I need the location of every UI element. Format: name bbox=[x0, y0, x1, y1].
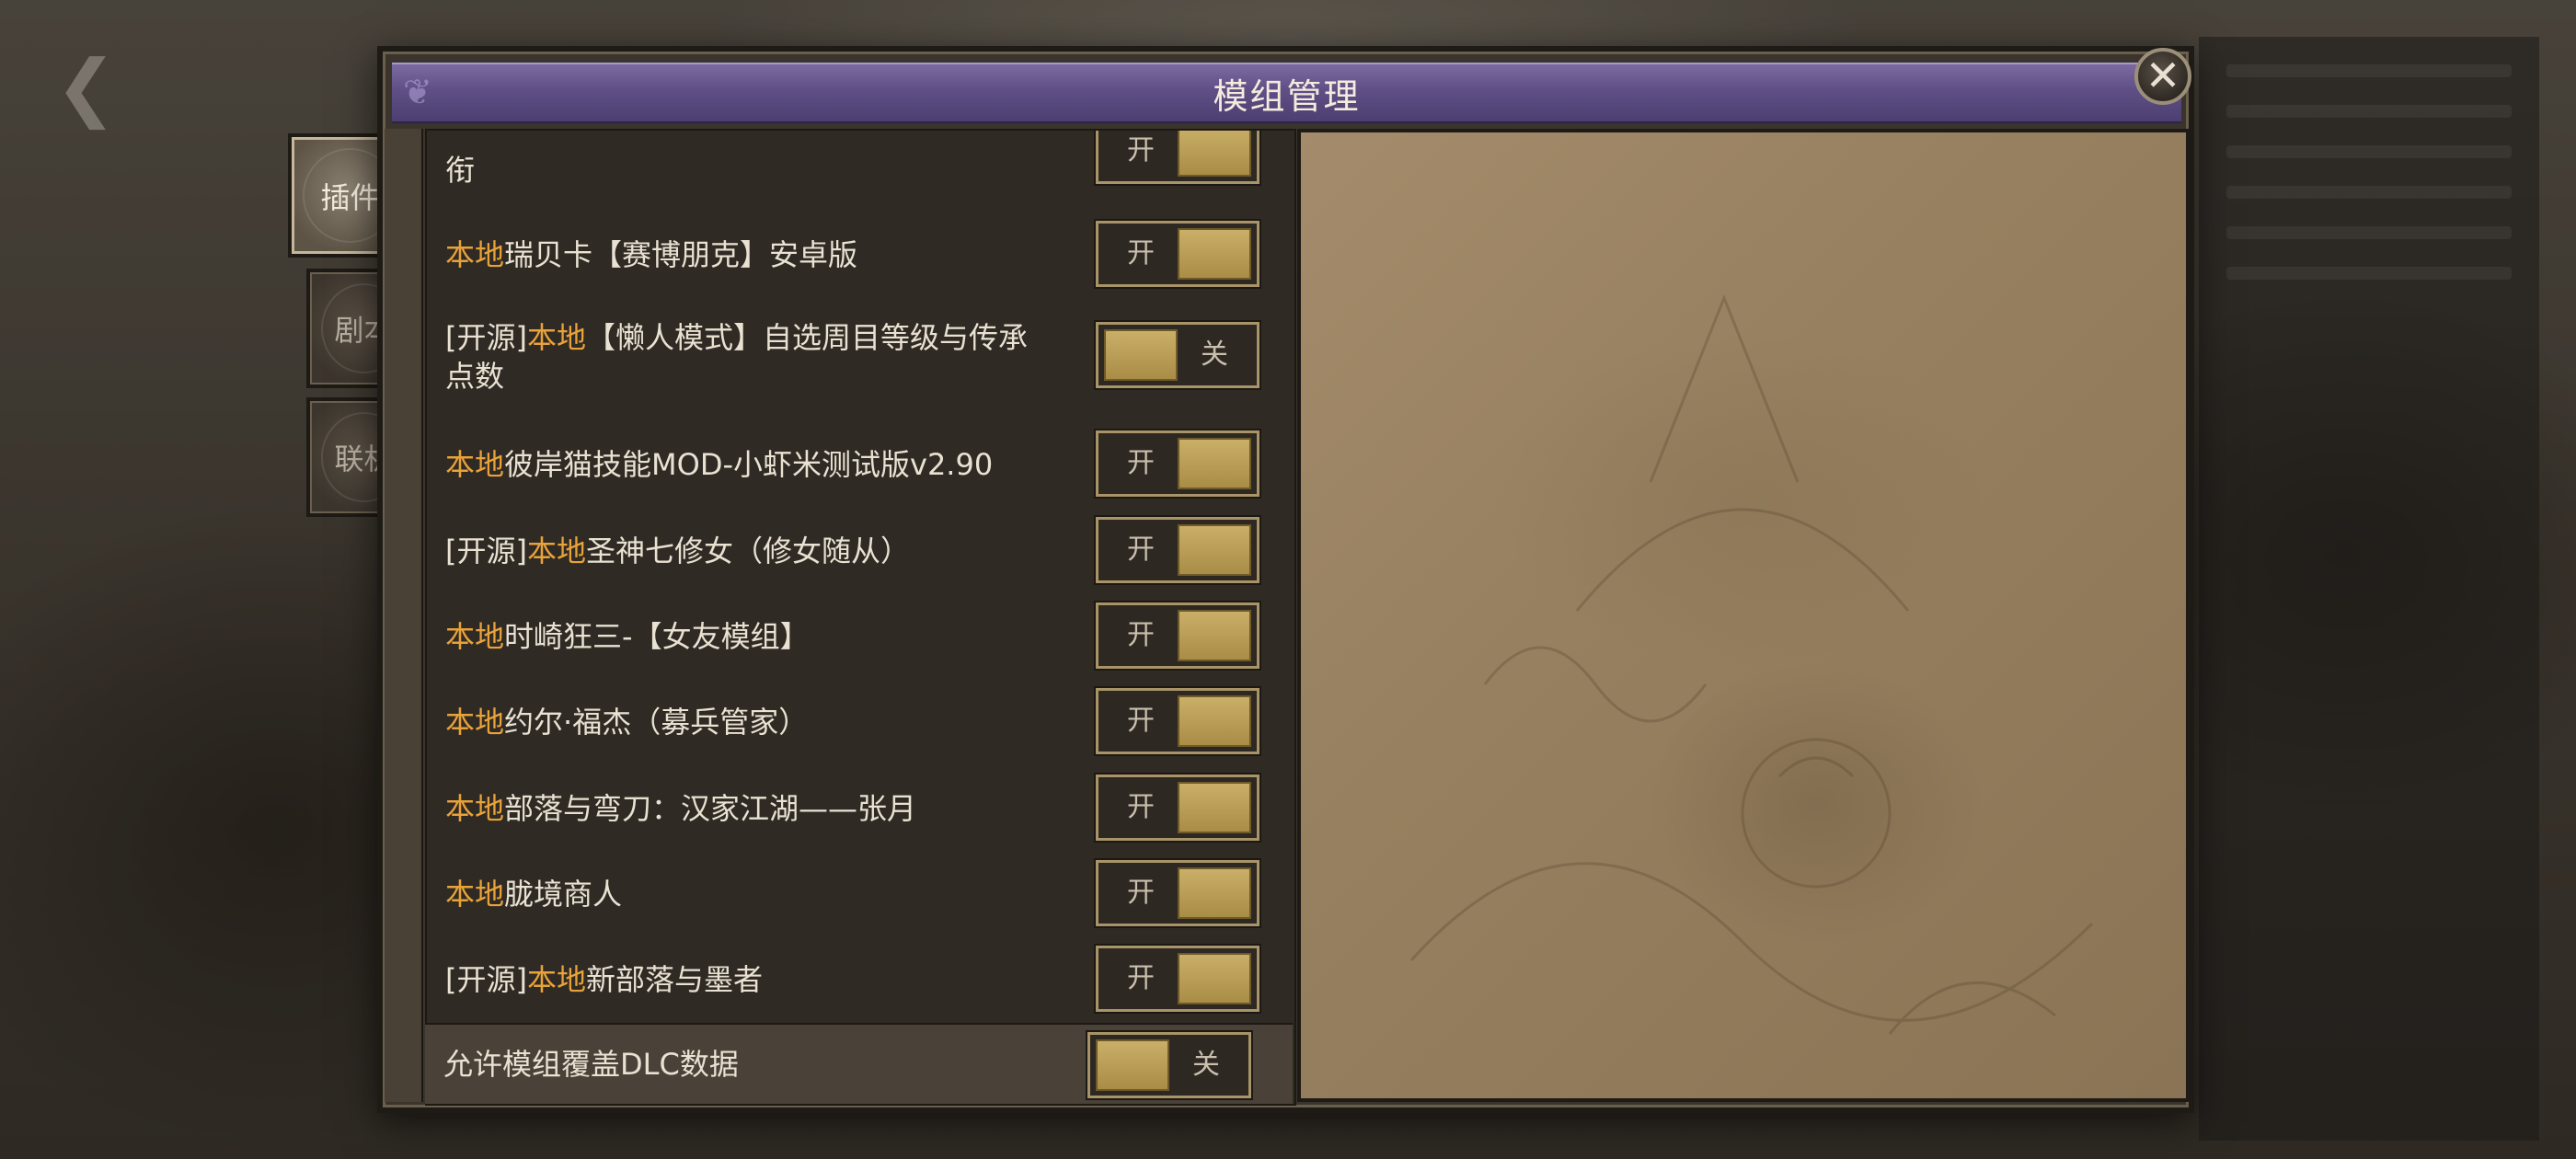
mod-title: 瑞贝卡【赛博朋克】安卓版 bbox=[504, 237, 858, 272]
mod-name: 本地彼岸猫技能MOD-小虾米测试版v2.90 bbox=[445, 445, 1052, 484]
toggle-state-label: 关 bbox=[1201, 339, 1228, 371]
dialog-title: 模组管理 bbox=[1213, 75, 1361, 117]
toggle-state-label: 关 bbox=[1192, 1049, 1220, 1081]
local-tag: 本地 bbox=[526, 962, 586, 997]
ghost-line bbox=[2226, 267, 2512, 280]
toggle-knob bbox=[1178, 228, 1251, 280]
dlc-override-row: 允许模组覆盖DLC数据 关 bbox=[425, 1023, 1293, 1104]
mod-toggle[interactable]: 开 bbox=[1096, 602, 1259, 669]
local-tag: 本地 bbox=[445, 237, 505, 272]
mod-toggle[interactable]: 开 bbox=[1096, 860, 1259, 926]
toggle-knob bbox=[1096, 1039, 1169, 1091]
ghost-line bbox=[2226, 226, 2512, 239]
ornament-icon: ❦ bbox=[403, 72, 432, 112]
mod-title: 圣神七修女（修女随从） bbox=[586, 534, 911, 568]
mod-title: 新部落与墨者 bbox=[586, 962, 764, 997]
list-item: 本地时崎狂三-【女友模组】 开 bbox=[427, 599, 1294, 672]
toggle-state-label: 开 bbox=[1127, 877, 1155, 909]
list-item: 本地部落与弯刀：汉家江湖——张月 开 bbox=[427, 771, 1294, 844]
toggle-knob bbox=[1178, 953, 1251, 1004]
local-tag: 本地 bbox=[445, 619, 505, 654]
list-item: 本地瑞贝卡【赛博朋克】安卓版 开 bbox=[427, 217, 1294, 291]
list-item: [开源]本地圣神七修女（修女随从） 开 bbox=[427, 513, 1294, 587]
sketch-stroke bbox=[1649, 293, 1800, 483]
list-item: 本地约尔·福杰（募兵管家） 开 bbox=[427, 684, 1294, 758]
mod-name: 本地时崎狂三-【女友模组】 bbox=[445, 617, 1052, 656]
open-source-tag: [开源] bbox=[445, 320, 527, 355]
dlc-override-toggle[interactable]: 关 bbox=[1087, 1032, 1251, 1098]
sketch-stroke bbox=[1575, 508, 1910, 612]
toggle-knob bbox=[1178, 867, 1251, 919]
mod-toggle[interactable]: 关 bbox=[1096, 322, 1259, 388]
sketch-stroke bbox=[1483, 646, 1708, 723]
list-item: 本地彼岸猫技能MOD-小虾米测试版v2.90 开 bbox=[427, 427, 1294, 500]
mod-toggle[interactable]: 开 bbox=[1096, 946, 1259, 1012]
mod-toggle[interactable]: 开 bbox=[1096, 221, 1259, 287]
local-tag: 本地 bbox=[526, 320, 586, 355]
list-item: [开源]本地【懒人模式】自选周目等级与传承点数 关 bbox=[427, 313, 1294, 414]
toggle-state-label: 开 bbox=[1127, 962, 1155, 994]
sketch-stroke bbox=[1409, 862, 2094, 1022]
mod-toggle[interactable]: 开 bbox=[1096, 775, 1259, 841]
open-source-tag: [开源] bbox=[445, 534, 527, 568]
mod-title: 约尔·福杰（募兵管家） bbox=[504, 705, 809, 740]
mod-list[interactable]: 衔 开 本地瑞贝卡【赛博朋克】安卓版 开 [开源]本地【懒人模式】自选周目等级与… bbox=[425, 129, 1296, 1106]
mod-name: [开源]本地【懒人模式】自选周目等级与传承点数 bbox=[445, 318, 1052, 396]
local-tag: 本地 bbox=[526, 534, 586, 568]
list-item: [开源]本地新部落与墨者 开 bbox=[427, 942, 1294, 1016]
mod-preview-image bbox=[1297, 129, 2190, 1102]
ghost-line bbox=[2226, 105, 2512, 118]
mod-toggle[interactable]: 开 bbox=[1096, 517, 1259, 583]
title-bar: ❦ 模组管理 ❦ bbox=[392, 63, 2181, 123]
toggle-state-label: 开 bbox=[1127, 534, 1155, 566]
list-item: 衔 开 bbox=[427, 131, 1294, 204]
toggle-knob bbox=[1178, 695, 1251, 747]
toggle-state-label: 开 bbox=[1127, 447, 1155, 479]
toggle-state-label: 开 bbox=[1127, 791, 1155, 823]
mod-name: 衔 bbox=[445, 151, 1052, 189]
mod-toggle[interactable]: 开 bbox=[1096, 131, 1259, 184]
mod-title: 彼岸猫技能MOD-小虾米测试版v2.90 bbox=[504, 447, 994, 482]
sketch-stroke bbox=[1741, 738, 1892, 889]
local-tag: 本地 bbox=[445, 705, 505, 740]
toggle-state-label: 开 bbox=[1127, 237, 1155, 270]
toggle-knob bbox=[1178, 438, 1251, 489]
list-item: 本地胧境商人 开 bbox=[427, 856, 1294, 930]
mod-toggle[interactable]: 开 bbox=[1096, 430, 1259, 497]
toggle-state-label: 开 bbox=[1127, 619, 1155, 651]
ghost-line bbox=[2226, 145, 2512, 158]
ghost-line bbox=[2226, 64, 2512, 77]
ghost-line bbox=[2226, 186, 2512, 199]
toggle-knob bbox=[1178, 524, 1251, 576]
sketch-stroke bbox=[1777, 756, 1855, 778]
dlc-override-label: 允许模组覆盖DLC数据 bbox=[443, 1047, 739, 1082]
back-arrow-icon[interactable]: ❮ bbox=[55, 51, 156, 124]
toggle-knob bbox=[1178, 782, 1251, 833]
mod-name: [开源]本地新部落与墨者 bbox=[445, 960, 1052, 999]
local-tag: 本地 bbox=[445, 447, 505, 482]
open-source-tag: [开源] bbox=[445, 962, 527, 997]
mod-title: 衔 bbox=[445, 153, 476, 188]
preview-illustration bbox=[1409, 293, 2094, 1035]
list-left-rail bbox=[385, 129, 423, 1102]
toggle-state-label: 开 bbox=[1127, 134, 1155, 166]
mod-title: 时崎狂三-【女友模组】 bbox=[504, 619, 810, 654]
local-tag: 本地 bbox=[445, 877, 505, 912]
close-button[interactable]: ✕ bbox=[2134, 48, 2191, 105]
mod-title: 部落与弯刀：汉家江湖——张月 bbox=[504, 791, 917, 826]
background-text-column bbox=[2199, 37, 2539, 1141]
mod-name: 本地部落与弯刀：汉家江湖——张月 bbox=[445, 789, 1052, 828]
close-icon: ✕ bbox=[2145, 51, 2181, 100]
mod-name: 本地瑞贝卡【赛博朋克】安卓版 bbox=[445, 235, 1052, 274]
mod-title: 胧境商人 bbox=[504, 877, 623, 912]
toggle-knob bbox=[1178, 131, 1251, 177]
toggle-knob bbox=[1104, 329, 1178, 381]
local-tag: 本地 bbox=[445, 791, 505, 826]
mod-name: 本地胧境商人 bbox=[445, 875, 1052, 913]
mod-toggle[interactable]: 开 bbox=[1096, 688, 1259, 754]
mod-name: 本地约尔·福杰（募兵管家） bbox=[445, 703, 1052, 741]
toggle-state-label: 开 bbox=[1127, 705, 1155, 737]
mod-name: [开源]本地圣神七修女（修女随从） bbox=[445, 532, 1052, 570]
toggle-knob bbox=[1178, 610, 1251, 661]
